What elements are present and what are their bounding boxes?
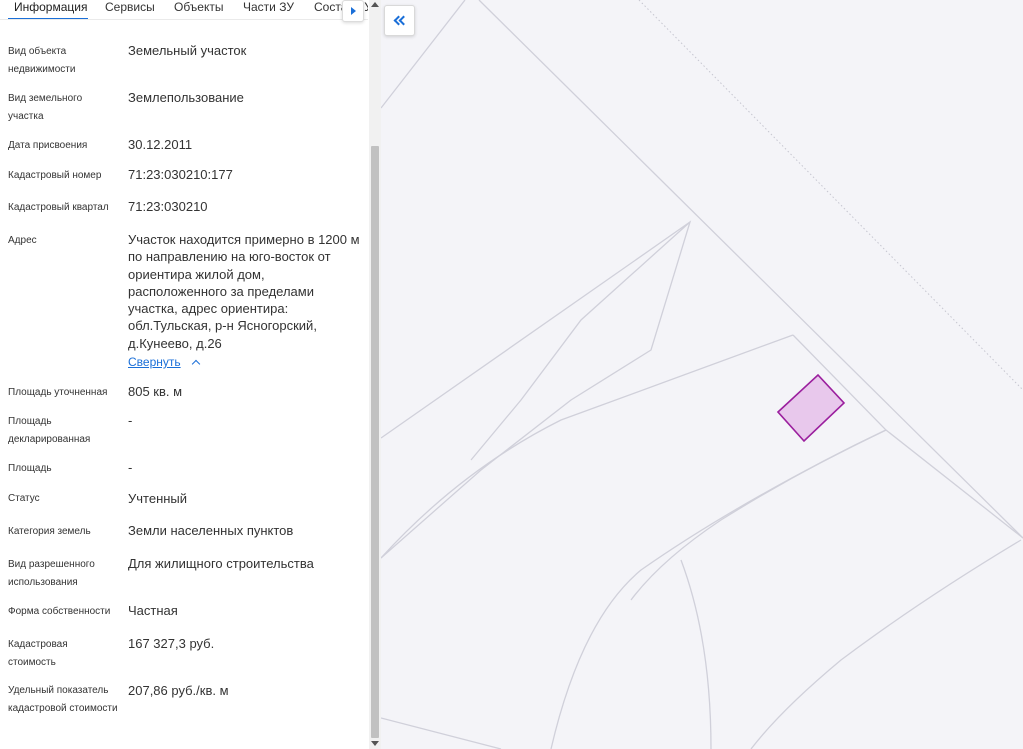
dotted-boundary [638,0,1023,391]
triangle-right-icon [350,7,356,15]
assign-date-label: Дата присвоения [8,140,88,151]
tab-information[interactable]: Информация [8,0,88,19]
object-type-label: Вид объекта недвижимости [8,46,76,75]
area-declared-value: - [128,413,133,428]
object-type-value: Земельный участок [128,43,247,58]
tab-parcel-parts[interactable]: Части ЗУ [243,0,294,19]
parcel-type-value: Землепользование [128,90,244,105]
permitted-use-value: Для жилищного строительства [128,556,314,571]
app-root: Информация Сервисы Объекты Части ЗУ Сост… [0,0,1023,749]
double-chevron-left-icon [393,15,408,26]
cadastral-quarter-value: 71:23:030210 [128,199,208,214]
panel-scrollbar[interactable] [369,0,381,749]
specific-value-value: 207,86 руб./кв. м [128,683,229,698]
specific-value-label: Удельный показатель кадастровой стоимост… [8,685,118,714]
area-specified-label: Площадь уточненная [8,387,108,398]
permitted-use-label: Вид разрешенного использования [8,559,95,588]
tab-objects[interactable]: Объекты [174,0,224,19]
land-category-value: Земли населенных пунктов [128,523,294,538]
parcel-boundaries [381,0,1023,749]
status-label: Статус [8,493,40,504]
cadastral-number-value: 71:23:030210:177 [128,167,233,182]
area-specified-value: 805 кв. м [128,384,183,399]
area-value: - [128,460,133,475]
scroll-up-arrow-icon[interactable] [371,2,379,7]
tab-scroll-right-button[interactable] [342,0,364,22]
area-label: Площадь [8,463,52,474]
tab-bar: Информация Сервисы Объекты Части ЗУ Сост… [0,0,368,20]
chevron-up-icon [191,359,200,368]
ownership-label: Форма собственности [8,606,111,617]
parcel-type-label: Вид земельного участка [8,93,83,122]
assign-date-value: 30.12.2011 [128,137,193,152]
collapse-panel-button[interactable] [384,5,415,36]
scroll-down-arrow-icon[interactable] [371,741,379,746]
cadastral-quarter-label: Кадастровый квартал [8,202,109,213]
address-collapse-label: Свернуть [128,355,181,369]
tab-services[interactable]: Сервисы [105,0,155,19]
address-collapse-link[interactable]: Свернуть [128,355,200,369]
scroll-thumb[interactable] [371,146,379,738]
cadastral-value-label: Кадастровая стоимость [8,639,68,668]
map-view[interactable] [381,0,1023,749]
ownership-value: Частная [128,603,178,618]
info-panel: Информация Сервисы Объекты Части ЗУ Сост… [0,0,381,749]
address-value: Участок находится примерно в 1200 м по н… [128,232,360,351]
address-label: Адрес [8,235,37,246]
land-category-label: Категория земель [8,526,91,537]
cadastral-number-label: Кадастровый номер [8,170,102,181]
map-canvas[interactable] [381,0,1023,749]
cadastral-value-value: 167 327,3 руб. [128,636,215,651]
selected-parcel[interactable] [776,373,846,443]
area-declared-label: Площадь декларированная [8,416,91,445]
status-value: Учтенный [128,491,188,506]
